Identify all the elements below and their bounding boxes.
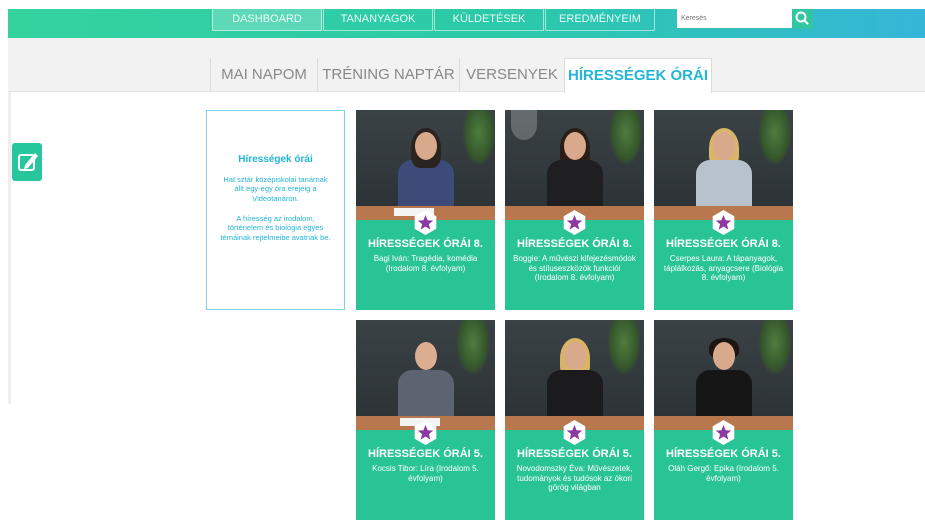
card-description: Bagi Iván: Tragédia, komédia (Irodalom 8… xyxy=(373,254,478,273)
course-card[interactable]: HÍRESSÉGEK ÓRÁI 5. Oláh Gergő: Epika (Ir… xyxy=(654,320,793,520)
card-description: Novodomszky Éva: Művészetek, tudományok … xyxy=(516,464,633,492)
tab-versenyek[interactable]: VERSENYEK xyxy=(459,58,564,92)
tab-hiressegek-orai[interactable]: HÍRESSÉGEK ÓRÁI xyxy=(564,58,712,93)
star-badge-icon xyxy=(414,420,437,445)
info-description-1: Hat sztár középiskolai tanárnak állt egy… xyxy=(223,175,328,203)
card-photo xyxy=(654,320,793,430)
card-photo xyxy=(356,320,495,430)
card-photo xyxy=(505,320,644,430)
card-photo xyxy=(505,110,644,220)
star-badge-icon xyxy=(414,210,437,235)
search-box xyxy=(676,9,813,29)
card-description: Oláh Gergő: Epika (Irodalom 5. évfolyam) xyxy=(668,464,779,483)
card-description: Cserpes Laura: A tápanyagok, táplálkozás… xyxy=(663,254,784,282)
card-title: HÍRESSÉGEK ÓRÁI 5. xyxy=(666,448,781,460)
course-card[interactable]: HÍRESSÉGEK ÓRÁI 8. Cserpes Laura: A tápa… xyxy=(654,110,793,310)
card-title: HÍRESSÉGEK ÓRÁI 5. xyxy=(517,448,632,460)
course-card[interactable]: HÍRESSÉGEK ÓRÁI 8. Boggie: A művészi kif… xyxy=(505,110,644,310)
edit-button[interactable] xyxy=(12,143,42,181)
search-button[interactable] xyxy=(792,9,812,28)
tab-mai-napom[interactable]: MAI NAPOM xyxy=(210,58,317,92)
course-card[interactable]: HÍRESSÉGEK ÓRÁI 8. Bagi Iván: Tragédia, … xyxy=(356,110,495,310)
search-icon xyxy=(795,11,809,25)
course-card[interactable]: HÍRESSÉGEK ÓRÁI 5. Kocsis Tibor: Líra (I… xyxy=(356,320,495,520)
info-title: Hírességek órái xyxy=(238,154,313,165)
nav-kuldetesek[interactable]: KÜLDETÉSEK xyxy=(434,9,544,31)
nav-eredmenyeim[interactable]: EREDMÉNYEIM xyxy=(545,9,655,31)
search-input[interactable] xyxy=(681,11,791,26)
card-description: Boggie: A művészi kifejezésmódok és stíl… xyxy=(513,254,636,282)
card-title: HÍRESSÉGEK ÓRÁI 8. xyxy=(666,238,781,250)
card-photo xyxy=(356,110,495,220)
star-badge-icon xyxy=(563,210,586,235)
top-nav-bar: DASHBOARD TANANYAGOK KÜLDETÉSEK EREDMÉNY… xyxy=(8,9,925,38)
card-title: HÍRESSÉGEK ÓRÁI 5. xyxy=(368,448,483,460)
card-title: HÍRESSÉGEK ÓRÁI 8. xyxy=(517,238,632,250)
star-badge-icon xyxy=(563,420,586,445)
nav-tananyagok[interactable]: TANANYAGOK xyxy=(323,9,433,31)
card-title: HÍRESSÉGEK ÓRÁI 8. xyxy=(368,238,483,250)
nav-dashboard[interactable]: DASHBOARD xyxy=(212,9,322,31)
tab-trening-naptar[interactable]: TRÉNING NAPTÁR xyxy=(317,58,459,92)
edit-icon xyxy=(18,153,38,171)
star-badge-icon xyxy=(712,420,735,445)
card-description: Kocsis Tibor: Líra (Irodalom 5. évfolyam… xyxy=(372,464,479,483)
course-card[interactable]: HÍRESSÉGEK ÓRÁI 5. Novodomszky Éva: Művé… xyxy=(505,320,644,520)
info-box: Hírességek órái Hat sztár középiskolai t… xyxy=(206,110,345,310)
info-description-2: A híresség az irodalom, történelem és bi… xyxy=(220,214,331,242)
card-photo xyxy=(654,110,793,220)
left-side-strip xyxy=(8,92,11,404)
star-badge-icon xyxy=(712,210,735,235)
